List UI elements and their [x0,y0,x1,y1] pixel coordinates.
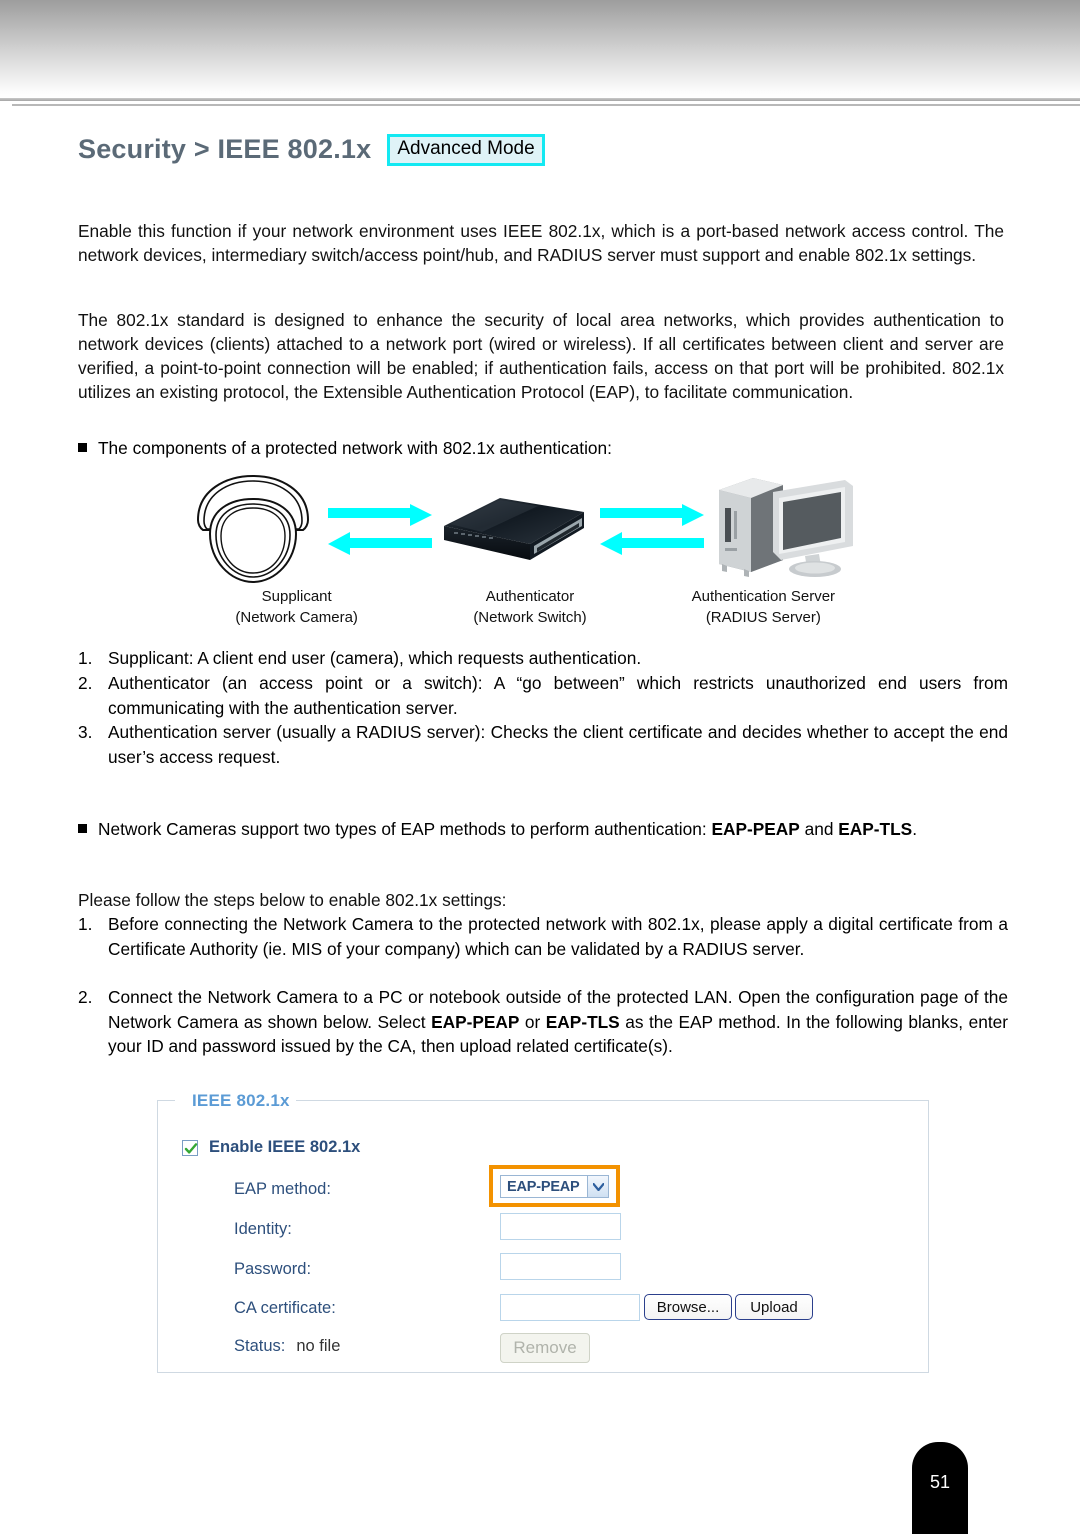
diagram-label-auth-server: Authentication Server (RADIUS Server) [647,586,880,628]
diagram-label-auth-server-title: Authentication Server [691,588,836,605]
component-list-marker-1: 1. [78,648,93,668]
enable-ieee8021x-row[interactable]: Enable IEEE 802.1x [182,1138,360,1157]
eap-bullet-bold-peap: EAP-PEAP [711,819,800,839]
square-bullet-icon [78,824,87,833]
page-title: Security > IEEE 802.1x [78,134,372,165]
component-list-marker-3: 3. [78,722,93,742]
enable-ieee8021x-checkbox[interactable] [182,1139,198,1156]
step-marker-1: 1. [78,914,93,934]
eap-bullet-mid: and [799,819,839,839]
steps-intro-text: Please follow the steps below to enable … [78,890,507,910]
component-list-text-1: Supplicant: A client end user (camera), … [108,648,642,668]
status-row: Status: no file [234,1337,340,1356]
step2-bold-tls: EAP-TLS [545,1011,620,1032]
remove-button[interactable]: Remove [500,1333,590,1363]
diagram-label-supplicant-title: Supplicant [261,588,332,605]
password-label: Password: [234,1260,312,1278]
component-list-text-2: Authenticator (an access point or a swit… [108,673,1008,718]
diagram-labels: Supplicant (Network Camera) Authenticato… [180,586,880,628]
server-computer-icon [705,468,857,585]
page-number: 51 [929,1472,951,1492]
step-marker-2: 2. [78,987,93,1007]
components-bullet-row: The components of a protected network wi… [78,436,1018,460]
component-list-item-1: 1. Supplicant: A client end user (camera… [78,646,1008,671]
components-bullet-text: The components of a protected network wi… [98,438,612,458]
eap-method-selected-value: EAP-PEAP [507,1178,580,1195]
step2-bold-peap: EAP-PEAP [431,1011,520,1032]
intro-paragraph-2: The 802.1x standard is designed to enhan… [78,310,1004,402]
panel-border-top-left [157,1100,175,1101]
identity-input[interactable] [500,1213,621,1240]
eap-method-label: EAP method: [234,1180,331,1198]
arrow-pair-right [600,504,705,561]
component-list-item-2: 2. Authenticator (an access point or a s… [78,671,1008,720]
component-list-marker-2: 2. [78,673,93,693]
ca-certificate-input[interactable] [500,1294,640,1321]
component-list-item-3: 3. Authentication server (usually a RADI… [78,720,1008,769]
component-list-text-3: Authentication server (usually a RADIUS … [108,722,1008,767]
checkmark-icon [184,1142,198,1154]
intro-paragraph-1: Enable this function if your network env… [78,221,1004,265]
square-bullet-icon [78,443,87,452]
eap-method-select[interactable]: EAP-PEAP [500,1175,609,1198]
password-input[interactable] [500,1253,621,1280]
step2-part-2: or [519,1011,546,1032]
diagram-label-supplicant: Supplicant (Network Camera) [180,586,413,628]
network-switch-icon [438,494,590,575]
eap-bullet-tail: . [912,819,918,839]
eap-methods-bullet-text: Network Cameras support two types of EAP… [98,817,1018,841]
diagram-label-auth-server-subtitle: (RADIUS Server) [705,609,821,626]
eap-bullet-bold-tls: EAP-TLS [838,819,913,839]
diagram-label-authenticator: Authenticator (Network Switch) [413,586,646,628]
panel-border-top-right [287,1100,928,1101]
page-header-band [0,0,1080,98]
eap-bullet-lead: Network Cameras support two types of EAP… [98,819,712,839]
chevron-down-icon[interactable] [587,1176,608,1197]
page-title-row: Security > IEEE 802.1x Advanced Mode [78,134,545,166]
diagram-label-authenticator-title: Authenticator [485,588,575,605]
step-item-2: 2. Connect the Network Camera to a PC or… [78,985,1008,1059]
identity-label: Identity: [234,1220,292,1238]
advanced-mode-badge: Advanced Mode [387,134,545,166]
panel-legend: IEEE 802.1x [186,1091,296,1111]
browse-button[interactable]: Browse... [644,1294,732,1320]
status-label: Status: [234,1337,286,1355]
arrow-pair-left [328,504,433,561]
ca-certificate-label: CA certificate: [234,1299,336,1317]
enable-ieee8021x-label: Enable IEEE 802.1x [209,1138,361,1156]
upload-button[interactable]: Upload [735,1294,813,1320]
step-text-2: Connect the Network Camera to a PC or no… [108,985,1008,1059]
step-item-1: 1. Before connecting the Network Camera … [78,912,1008,961]
header-divider-gray [12,104,1080,106]
diagram-label-supplicant-subtitle: (Network Camera) [235,609,358,626]
diagram-label-authenticator-subtitle: (Network Switch) [473,609,587,626]
status-value: no file [296,1337,341,1355]
dome-camera-icon [188,472,318,592]
step-text-1: Before connecting the Network Camera to … [108,914,1008,959]
eap-methods-bullet-row: Network Cameras support two types of EAP… [78,817,1018,841]
